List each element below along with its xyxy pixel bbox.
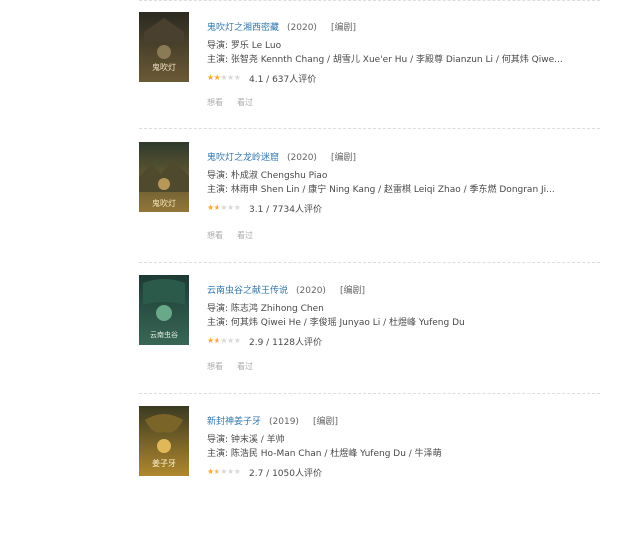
- want-to-watch-link[interactable]: 想看: [207, 231, 223, 240]
- edit-role-link[interactable]: [编剧]: [313, 417, 338, 427]
- rating-row: ★★★★★ ★★★★★ 2.7 / 1050人评价: [207, 466, 322, 479]
- want-to-watch-link[interactable]: 想看: [207, 362, 223, 371]
- action-links: 想看 看过: [207, 230, 267, 241]
- director-line: 导演: 陈志鸿 Zhihong Chen: [207, 304, 324, 314]
- divider: [139, 128, 600, 129]
- edit-role-link[interactable]: [编剧]: [331, 23, 356, 33]
- poster-title: 姜子牙: [152, 458, 176, 468]
- rating-stars: ★★★★★ ★★★★★: [207, 336, 241, 345]
- edit-role-link[interactable]: [编剧]: [340, 286, 365, 296]
- director-line: 导演: 朴成淑 Chengshu Piao: [207, 171, 328, 181]
- poster-title: 鬼吹灯: [152, 62, 176, 72]
- edit-role-link[interactable]: [编剧]: [331, 153, 356, 163]
- rating-text: 2.9 / 1128人评价: [249, 338, 322, 348]
- list-item: 鬼吹灯 鬼吹灯之湘西密藏 (2020) [编剧] 导演: 罗乐 Le Luo 主演:…: [139, 12, 600, 142]
- rating-row: ★★★★★ ★★★★★ 2.9 / 1128人评价: [207, 335, 322, 348]
- cast-line: 主演: 何其炜 Qiwei He / 李俊瑶 Junyao Li / 杜煜峰 Y…: [207, 318, 465, 328]
- title-row: 新封神姜子牙 (2019) [编剧]: [207, 414, 338, 427]
- title-row: 云南虫谷之献王传说 (2020) [编剧]: [207, 283, 365, 296]
- rating-text: 3.1 / 7734人评价: [249, 205, 322, 215]
- action-links: 想看 看过: [207, 361, 267, 372]
- want-to-watch-link[interactable]: 想看: [207, 98, 223, 107]
- title-row: 鬼吹灯之龙岭迷窟 (2020) [编剧]: [207, 150, 356, 163]
- title-row: 鬼吹灯之湘西密藏 (2020) [编剧]: [207, 20, 356, 33]
- rating-stars: ★★★★★ ★★★★★: [207, 203, 241, 212]
- list-item: 鬼吹灯 鬼吹灯之龙岭迷窟 (2020) [编剧] 导演: 朴成淑 Chengshu …: [139, 142, 600, 272]
- movie-poster[interactable]: 云南虫谷: [139, 275, 189, 345]
- watched-link[interactable]: 看过: [237, 231, 253, 240]
- rating-stars: ★★★★★ ★★★★★: [207, 73, 241, 82]
- movie-poster[interactable]: 鬼吹灯: [139, 12, 189, 82]
- movie-year: (2020): [287, 23, 317, 33]
- movie-poster[interactable]: 鬼吹灯: [139, 142, 189, 212]
- rating-stars: ★★★★★ ★★★★★: [207, 467, 241, 476]
- divider: [139, 262, 600, 263]
- list-item: 姜子牙 新封神姜子牙 (2019) [编剧] 导演: 钟末溪 / 羊帅 主演: 陈浩…: [139, 406, 600, 536]
- rating-row: ★★★★★ ★★★★★ 4.1 / 637人评价: [207, 72, 316, 85]
- poster-image: 云南虫谷: [139, 275, 189, 345]
- movie-year: (2020): [287, 153, 317, 163]
- movie-year: (2020): [296, 286, 326, 296]
- divider: [139, 0, 600, 1]
- watched-link[interactable]: 看过: [237, 362, 253, 371]
- rating-text: 2.7 / 1050人评价: [249, 469, 322, 479]
- cast-line: 主演: 林雨申 Shen Lin / 康宁 Ning Kang / 赵雷棋 Le…: [207, 185, 555, 195]
- movie-title-link[interactable]: 新封神姜子牙: [207, 417, 261, 427]
- action-links: 想看 看过: [207, 97, 267, 108]
- movie-poster[interactable]: 姜子牙: [139, 406, 189, 476]
- list-item: 云南虫谷 云南虫谷之献王传说 (2020) [编剧] 导演: 陈志鸿 Zhihong…: [139, 275, 600, 405]
- movie-title-link[interactable]: 鬼吹灯之湘西密藏: [207, 23, 279, 33]
- director-line: 导演: 钟末溪 / 羊帅: [207, 435, 285, 445]
- cast-line: 主演: 陈浩民 Ho-Man Chan / 杜煜峰 Yufeng Du / 牛泽…: [207, 449, 442, 459]
- director-line: 导演: 罗乐 Le Luo: [207, 41, 282, 51]
- movie-year: (2019): [269, 417, 299, 427]
- watched-link[interactable]: 看过: [237, 98, 253, 107]
- poster-image: 鬼吹灯: [139, 12, 189, 82]
- movie-title-link[interactable]: 云南虫谷之献王传说: [207, 286, 288, 296]
- poster-title: 云南虫谷: [150, 330, 178, 339]
- poster-image: 姜子牙: [139, 406, 189, 476]
- rating-row: ★★★★★ ★★★★★ 3.1 / 7734人评价: [207, 202, 322, 215]
- cast-line: 主演: 张智尧 Kennth Chang / 胡雪儿 Xue'er Hu / 李…: [207, 55, 563, 65]
- movie-title-link[interactable]: 鬼吹灯之龙岭迷窟: [207, 153, 279, 163]
- divider: [139, 393, 600, 394]
- poster-image: 鬼吹灯: [139, 142, 189, 212]
- poster-title: 鬼吹灯: [152, 198, 176, 208]
- rating-text: 4.1 / 637人评价: [249, 75, 317, 85]
